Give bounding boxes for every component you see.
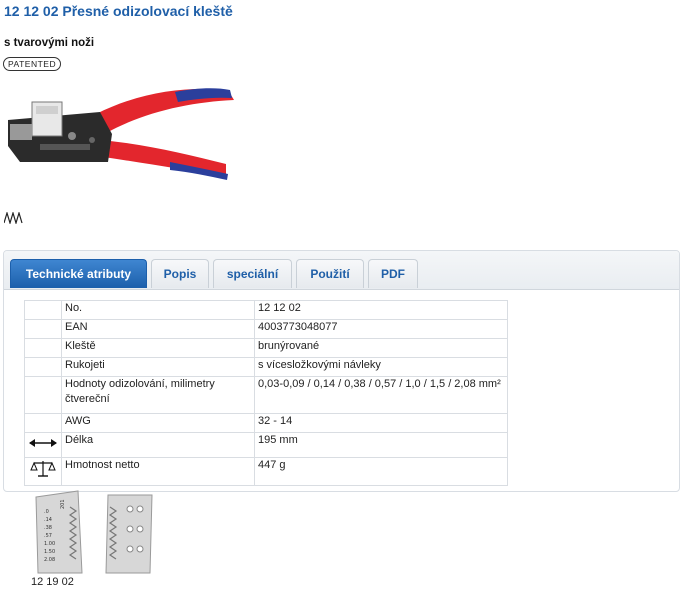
product-title: 12 12 02 Přesné odizolovací kleště: [4, 3, 233, 19]
scale-icon: [30, 461, 56, 477]
product-image: [8, 88, 234, 180]
table-cell: [24, 300, 62, 320]
tab-usage[interactable]: Použití: [296, 259, 364, 288]
attribute-label: No.: [61, 300, 255, 320]
blade-label: .38: [44, 525, 52, 531]
table-cell: [24, 376, 62, 414]
table-cell: [24, 357, 62, 377]
table-row: AWG 32 - 14: [24, 413, 508, 433]
accessory-caption[interactable]: 12 19 02: [31, 576, 74, 588]
blade-label: 1.00: [44, 541, 55, 547]
attribute-label: EAN: [61, 319, 255, 339]
tab-technical-attributes[interactable]: Technické atributy: [10, 259, 147, 288]
attribute-value: 12 12 02: [254, 300, 508, 320]
table-cell: [24, 432, 62, 458]
table-cell: [24, 413, 62, 433]
blade-label: 1.50: [44, 549, 55, 555]
tab-special[interactable]: speciální: [213, 259, 292, 288]
patented-badge: PATENTED: [3, 57, 62, 71]
blade-number: 201: [60, 499, 66, 509]
table-row: Rukojeti s vícesložkovými návleky: [24, 357, 508, 377]
attribute-value: 32 - 14: [254, 413, 508, 433]
zigzag-icon: [4, 212, 23, 224]
accessory-blade-image: .0 .14 .38 .57 1.00 1.50 2.08 201: [35, 490, 153, 574]
attribute-value: 4003773048077: [254, 319, 508, 339]
attribute-value: s vícesložkovými návleky: [254, 357, 508, 377]
attribute-label: AWG: [61, 413, 255, 433]
blade-label: .0: [44, 509, 49, 515]
table-cell: [24, 319, 62, 339]
attribute-label: Hmotnost netto: [61, 457, 255, 486]
attributes-table: No. 12 12 02 EAN 4003773048077 Kleště br…: [24, 300, 508, 486]
tab-bar: Technické atributy Popis speciální Použi…: [4, 251, 679, 290]
attribute-label: Rukojeti: [61, 357, 255, 377]
attribute-value: 447 g: [254, 457, 508, 486]
attribute-label: Kleště: [61, 338, 255, 358]
product-subtitle: s tvarovými noži: [4, 37, 95, 49]
table-cell: [24, 338, 62, 358]
tab-description[interactable]: Popis: [151, 259, 209, 288]
blade-label: .57: [44, 533, 52, 539]
tab-pdf[interactable]: PDF: [368, 259, 418, 288]
blade-label: .14: [44, 517, 52, 523]
attribute-value: brunýrované: [254, 338, 508, 358]
table-row: Hmotnost netto 447 g: [24, 457, 508, 486]
attribute-label: Délka: [61, 432, 255, 458]
length-arrow-icon: [29, 439, 57, 447]
table-row: Kleště brunýrované: [24, 338, 508, 358]
blade-label: 2.08: [44, 557, 55, 563]
table-row: No. 12 12 02: [24, 300, 508, 320]
table-row: Hodnoty odizolování, milimetry čtvereční…: [24, 376, 508, 414]
table-row: EAN 4003773048077: [24, 319, 508, 339]
table-cell: [24, 457, 62, 486]
attribute-value: 195 mm: [254, 432, 508, 458]
table-row: Délka 195 mm: [24, 432, 508, 458]
attribute-label: Hodnoty odizolování, milimetry čtvereční: [61, 376, 255, 414]
attribute-value: 0,03-0,09 / 0,14 / 0,38 / 0,57 / 1,0 / 1…: [254, 376, 508, 414]
